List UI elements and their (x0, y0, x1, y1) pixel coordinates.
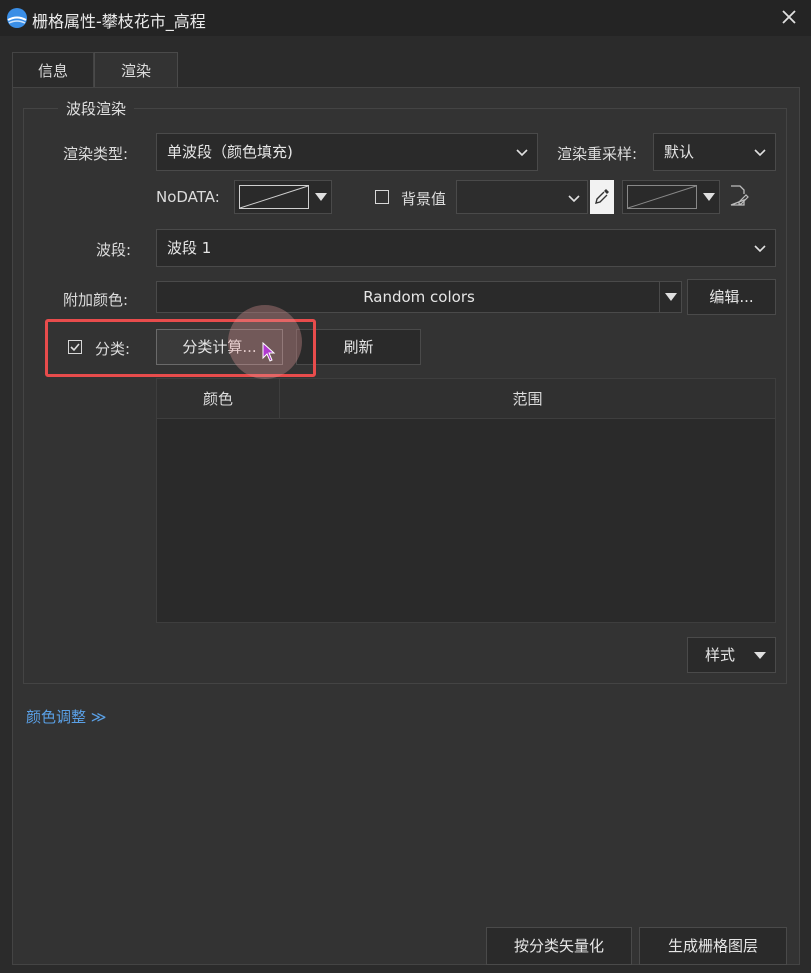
background-label: 背景值 (401, 190, 447, 208)
dropdown-triangle-icon (665, 293, 677, 301)
background-value-select[interactable] (456, 180, 588, 214)
chevron-down-icon (754, 245, 766, 253)
style-button[interactable]: 样式 (687, 637, 776, 673)
column-header-range[interactable]: 范围 (280, 379, 775, 419)
background-checkbox[interactable] (375, 190, 389, 204)
empty-color-swatch-icon (627, 185, 697, 209)
close-icon[interactable] (779, 7, 799, 27)
background-color-picker[interactable] (622, 180, 720, 214)
band-select[interactable]: 波段 1 (156, 229, 776, 267)
classification-table: 颜色 范围 (156, 378, 776, 623)
vectorize-by-class-button[interactable]: 按分类矢量化 (486, 927, 632, 965)
title-bar: 栅格属性-攀枝花市_高程 (0, 0, 811, 36)
band-value: 波段 1 (167, 239, 212, 257)
color-adjust-link[interactable]: 颜色调整 ≫ (26, 706, 106, 727)
column-header-color[interactable]: 颜色 (157, 379, 280, 419)
render-type-select[interactable]: 单波段（颜色填充) (156, 133, 538, 171)
chevron-down-icon (568, 195, 580, 203)
dropdown-triangle-icon (754, 652, 766, 659)
tab-render[interactable]: 渲染 (94, 52, 178, 88)
checkmark-icon (70, 343, 80, 352)
resample-select[interactable]: 默认 (653, 133, 776, 171)
extra-color-value: Random colors (363, 288, 475, 306)
extra-color-label: 附加颜色: (63, 291, 129, 309)
nodata-label: NoDATA: (156, 188, 220, 206)
dropdown-triangle-icon (703, 193, 715, 201)
classify-label: 分类: (95, 340, 131, 358)
nodata-color-picker[interactable] (234, 180, 332, 214)
render-type-label: 渲染类型: (63, 145, 129, 163)
extra-color-select[interactable]: Random colors (156, 281, 682, 313)
eyedropper-icon (595, 189, 609, 204)
refresh-button[interactable]: 刷新 (296, 329, 421, 365)
chevron-down-icon (516, 149, 528, 157)
group-title: 波段渲染 (58, 98, 135, 119)
resample-label: 渲染重采样: (557, 145, 638, 163)
classify-checkbox[interactable] (68, 340, 82, 354)
extra-color-dropdown[interactable] (659, 282, 681, 312)
app-logo-icon (7, 8, 27, 28)
generate-raster-layer-button[interactable]: 生成栅格图层 (639, 927, 787, 965)
dropdown-triangle-icon (315, 193, 327, 201)
eyedropper-button[interactable] (590, 180, 614, 214)
style-button-label: 样式 (705, 646, 736, 664)
edit-file-icon[interactable] (729, 185, 749, 207)
empty-color-swatch-icon (239, 185, 309, 209)
tab-info[interactable]: 信息 (12, 52, 94, 88)
band-label: 波段: (96, 241, 132, 259)
table-header: 颜色 范围 (157, 379, 775, 419)
chevron-down-icon (754, 149, 766, 157)
render-type-value: 单波段（颜色填充) (167, 143, 293, 161)
resample-value: 默认 (664, 143, 695, 161)
window-title: 栅格属性-攀枝花市_高程 (32, 12, 206, 31)
mouse-cursor-icon (262, 342, 276, 362)
edit-button[interactable]: 编辑... (687, 279, 776, 315)
